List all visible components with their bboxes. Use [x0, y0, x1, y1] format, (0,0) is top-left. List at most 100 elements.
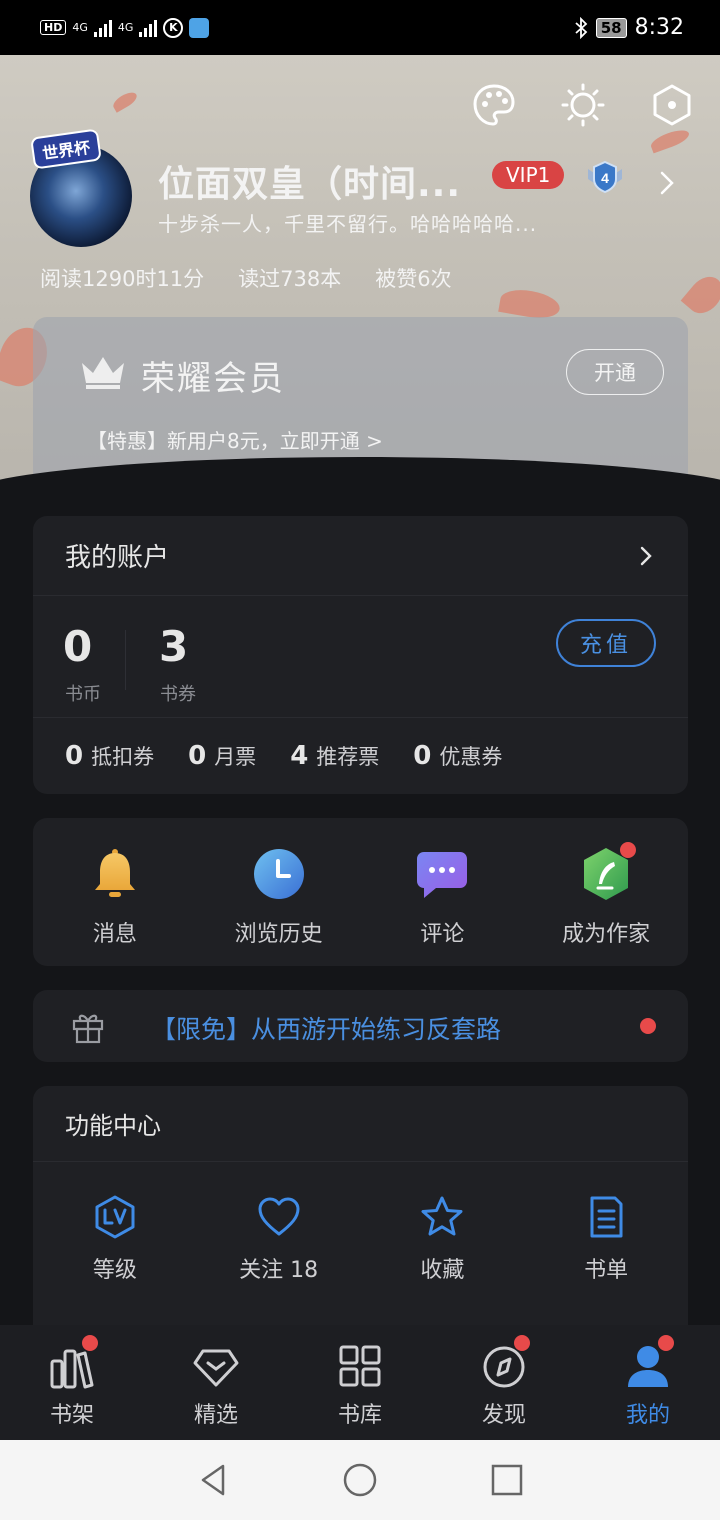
ticket-count: 0	[65, 741, 84, 771]
app-notification-icon	[189, 17, 210, 38]
bottom-tab-bar: 书架 精选 书库 发现 我的	[0, 1325, 720, 1440]
signal-icon	[139, 19, 158, 37]
quick-actions: 消息 浏览历史 评论 成为作家	[33, 818, 688, 966]
battery-indicator: 58	[595, 17, 627, 38]
comment-icon	[417, 852, 468, 898]
account-header[interactable]: 我的账户	[33, 516, 688, 596]
ticket-label: 推荐票	[316, 745, 380, 769]
ticket-row: 0 抵扣券 0 月票 4 推荐票 0 优惠券	[33, 718, 688, 794]
tab-discover[interactable]: 发现	[432, 1325, 576, 1440]
member-promo-link[interactable]: 【特惠】新用户8元，立即开通 >	[87, 425, 383, 454]
diamond-icon	[193, 1349, 239, 1387]
tab-mine[interactable]: 我的	[576, 1325, 720, 1440]
level-icon	[95, 1195, 135, 1239]
tab-discover-label: 发现	[481, 1403, 526, 1428]
ticket-count: 0	[413, 741, 432, 771]
profile-header: 世界杯 位面双皇（时间... VIP1 4 十步杀一人，千里不留行。哈哈哈哈哈.…	[0, 55, 720, 485]
tab-bookshelf[interactable]: 书架	[0, 1325, 144, 1440]
promo-banner[interactable]: 【限免】从西游开始练习反套路	[33, 990, 688, 1062]
recharge-button[interactable]: 充值	[556, 619, 656, 667]
notification-dot	[658, 1335, 674, 1351]
bluetooth-icon	[575, 16, 588, 39]
notification-dot	[514, 1335, 530, 1351]
comments-button[interactable]: 评论	[361, 818, 525, 966]
books-read: 读过738本	[238, 267, 342, 291]
petal-decoration	[648, 126, 692, 154]
chevron-right-icon[interactable]	[656, 169, 678, 197]
recommend-ticket[interactable]: 4 推荐票	[290, 741, 379, 771]
member-open-button[interactable]: 开通	[566, 349, 664, 395]
level-label: 等级	[92, 1258, 137, 1283]
petal-decoration	[110, 89, 140, 113]
banner-text: 【限免】从西游开始练习反套路	[151, 1015, 502, 1044]
divider	[125, 630, 126, 690]
avatar[interactable]: 世界杯	[30, 128, 132, 247]
notification-dot	[640, 1018, 656, 1034]
become-writer-label: 成为作家	[562, 922, 651, 947]
function-center: 功能中心 等级 关注 18 收藏 书单	[33, 1086, 688, 1346]
account-title: 我的账户	[65, 543, 170, 573]
chevron-right-icon	[640, 546, 652, 565]
voucher-balance[interactable]: 3	[159, 622, 188, 671]
tab-featured[interactable]: 精选	[144, 1325, 288, 1440]
follow-label: 关注 18	[239, 1258, 319, 1283]
coin-balance[interactable]: 0	[63, 622, 92, 671]
booklist-icon	[590, 1196, 623, 1238]
become-writer-button[interactable]: 成为作家	[524, 818, 688, 966]
level-number: 4	[601, 170, 609, 186]
vip-badge[interactable]: VIP1	[492, 161, 565, 189]
history-button[interactable]: 浏览历史	[197, 818, 361, 966]
tab-mine-label: 我的	[625, 1403, 670, 1428]
ticket-label: 抵扣券	[91, 745, 155, 769]
heart-icon	[258, 1197, 300, 1236]
settings-hexagon-icon[interactable]	[650, 83, 694, 127]
comments-label: 评论	[420, 922, 465, 947]
system-navigation-bar	[0, 1440, 720, 1520]
back-icon[interactable]	[195, 1462, 231, 1498]
nickname[interactable]: 位面双皇（时间...	[158, 155, 461, 207]
likes-count: 被赞6次	[375, 267, 452, 291]
k-app-icon: K	[163, 17, 184, 38]
favorites-label: 收藏	[420, 1258, 465, 1283]
discount-coupon[interactable]: 0 优惠券	[413, 741, 502, 771]
clock-icon	[253, 849, 304, 899]
reading-stats: 阅读1290时11分 读过738本 被赞6次	[40, 263, 452, 293]
reading-time: 阅读1290时11分	[40, 267, 205, 291]
signature: 十步杀一人，千里不留行。哈哈哈哈哈...	[158, 212, 538, 236]
history-label: 浏览历史	[234, 922, 323, 947]
deduction-coupon[interactable]: 0 抵扣券	[65, 741, 154, 771]
coin-label: 书币	[65, 684, 101, 705]
signal-icon	[93, 19, 112, 37]
home-icon[interactable]	[342, 1462, 378, 1498]
tab-featured-label: 精选	[193, 1403, 238, 1428]
ticket-count: 4	[290, 741, 309, 771]
follow-button[interactable]: 关注 18	[197, 1162, 361, 1284]
tab-library-label: 书库	[337, 1403, 382, 1428]
hd-indicator: HD	[40, 20, 67, 35]
network-type-2: 4G	[117, 21, 134, 34]
ticket-label: 月票	[214, 745, 257, 769]
palette-icon[interactable]	[472, 83, 516, 127]
messages-button[interactable]: 消息	[33, 818, 197, 966]
favorites-button[interactable]: 收藏	[361, 1162, 525, 1284]
account-card: 我的账户 0 书币 3 书券 充值 0 抵扣券 0 月票 4 推荐票 0 优惠券	[33, 516, 688, 794]
booklist-label: 书单	[584, 1258, 629, 1283]
clock: 8:32	[634, 15, 684, 40]
network-type-1: 4G	[72, 21, 88, 34]
brightness-icon[interactable]	[561, 83, 605, 127]
recents-icon[interactable]	[489, 1462, 525, 1498]
booklist-button[interactable]: 书单	[524, 1162, 688, 1284]
crown-icon	[82, 357, 124, 389]
petal-decoration	[680, 270, 720, 320]
voucher-label: 书券	[160, 684, 196, 705]
member-title: 荣耀会员	[141, 359, 285, 399]
gift-icon	[72, 1014, 104, 1044]
level-button[interactable]: 等级	[33, 1162, 197, 1284]
monthly-ticket[interactable]: 0 月票	[188, 741, 256, 771]
level-badge-icon[interactable]: 4	[584, 159, 626, 195]
tab-library[interactable]: 书库	[288, 1325, 432, 1440]
grid-icon	[339, 1345, 381, 1387]
notification-dot	[82, 1335, 98, 1351]
ticket-count: 0	[188, 741, 207, 771]
tab-bookshelf-label: 书架	[49, 1403, 94, 1428]
